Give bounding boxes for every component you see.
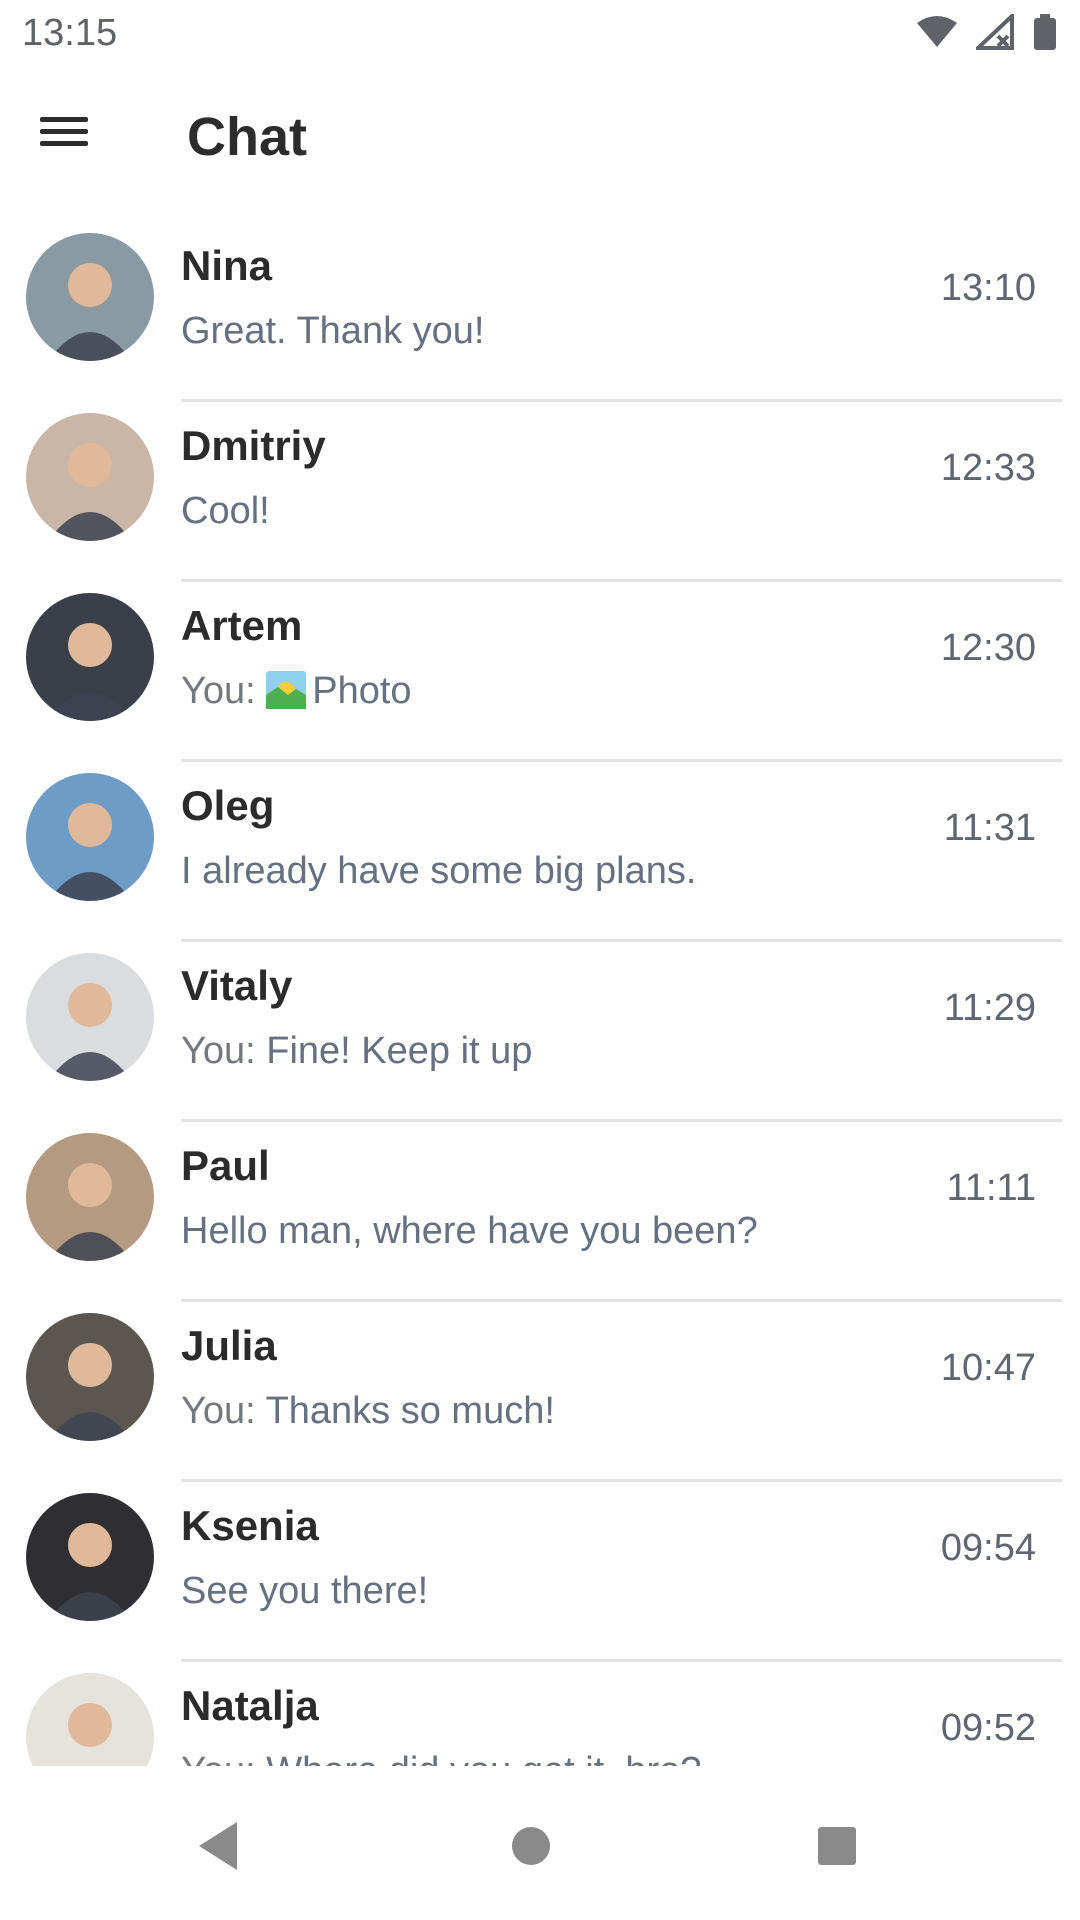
back-triangle-icon[interactable] [180, 1806, 260, 1886]
page-title: Chat [187, 107, 307, 167]
contact-name: Vitaly [181, 962, 293, 1009]
avatar[interactable] [26, 773, 154, 901]
message-time: 09:54 [940, 1527, 1036, 1569]
message-text: Hello man, where have you been? [181, 1210, 758, 1252]
home-circle-icon[interactable] [491, 1806, 571, 1886]
chat-row[interactable]: Natalja You: Where did you get it, bro? 09… [0, 1662, 1080, 1766]
message-text: See you there! [181, 1570, 429, 1612]
message-time: 11:29 [943, 987, 1036, 1029]
sender-prefix: You: [181, 1030, 267, 1072]
message-text: Cool! [181, 490, 270, 532]
sender-prefix: You: [181, 670, 267, 712]
wifi-icon [917, 16, 957, 47]
message-time: 10:47 [940, 1347, 1036, 1389]
message-time: 12:30 [940, 627, 1036, 669]
avatar[interactable] [26, 413, 154, 541]
contact-name: Paul [181, 1142, 270, 1189]
last-message: You: Photo [181, 670, 412, 719]
avatar[interactable] [26, 1493, 154, 1621]
chat-list[interactable]: Nina Great. Thank you! 13:10 Dmitriy Cool! 12… [0, 222, 1080, 1766]
sender-prefix: You: [181, 1390, 266, 1432]
message-time: 11:11 [946, 1167, 1036, 1209]
message-text: Fine! Keep it up [266, 1030, 533, 1072]
contact-name: Dmitriy [181, 422, 326, 469]
sender-prefix: You: [181, 1750, 266, 1766]
chat-row[interactable]: Julia You: Thanks so much! 10:47 [0, 1302, 1080, 1482]
message-time: 11:31 [943, 807, 1036, 849]
avatar[interactable] [26, 593, 154, 721]
last-message: Great. Thank you! [181, 310, 484, 353]
avatar[interactable] [26, 233, 154, 361]
chat-row[interactable]: Oleg I already have some big plans. 11:31 [0, 762, 1080, 942]
contact-name: Julia [181, 1322, 277, 1369]
last-message: You: Where did you get it, bro? [181, 1750, 701, 1766]
avatar[interactable] [26, 953, 154, 1081]
chat-row[interactable]: Nina Great. Thank you! 13:10 [0, 222, 1080, 402]
contact-name: Natalja [181, 1682, 319, 1729]
app-bar: Chat [0, 64, 1080, 212]
status-icons [916, 14, 1056, 50]
contact-name: Artem [181, 602, 303, 649]
avatar[interactable] [26, 1673, 154, 1766]
last-message: Cool! [181, 490, 270, 533]
status-time: 13:15 [22, 12, 118, 54]
status-bar: 13:15 [0, 0, 1080, 64]
last-message: I already have some big plans. [181, 850, 696, 893]
chat-row[interactable]: Artem You: Photo 12:30 [0, 582, 1080, 762]
signal-icon [976, 14, 1014, 50]
message-time: 13:10 [940, 267, 1036, 309]
menu-line [40, 117, 88, 122]
menu-line [40, 141, 88, 146]
contact-name: Nina [181, 242, 273, 289]
last-message: You: Fine! Keep it up [181, 1030, 532, 1073]
message-text: Where did you get it, bro? [266, 1750, 701, 1766]
recents-square-icon[interactable] [797, 1806, 877, 1886]
chat-row[interactable]: Vitaly You: Fine! Keep it up 11:29 [0, 942, 1080, 1122]
avatar[interactable] [26, 1313, 154, 1441]
sunrise-photo-icon [266, 671, 307, 719]
chat-row[interactable]: Dmitriy Cool! 12:33 [0, 402, 1080, 582]
message-text: Thanks so much! [265, 1390, 555, 1432]
message-text: I already have some big plans. [181, 850, 697, 892]
message-text: Photo [312, 670, 412, 712]
navigation-bar [0, 1766, 1080, 1920]
contact-name: Oleg [181, 782, 275, 829]
last-message: You: Thanks so much! [181, 1390, 555, 1433]
chat-row[interactable]: Paul Hello man, where have you been? 11:11 [0, 1122, 1080, 1302]
last-message: Hello man, where have you been? [181, 1210, 758, 1253]
avatar[interactable] [26, 1133, 154, 1261]
contact-name: Ksenia [181, 1502, 319, 1549]
message-text: Great. Thank you! [181, 310, 485, 352]
menu-icon[interactable] [34, 110, 94, 166]
message-time: 09:52 [940, 1707, 1036, 1749]
last-message: See you there! [181, 1570, 428, 1613]
menu-line [40, 129, 88, 134]
chat-row[interactable]: Ksenia See you there! 09:54 [0, 1482, 1080, 1662]
battery-icon [1034, 14, 1056, 50]
message-time: 12:33 [940, 447, 1036, 489]
